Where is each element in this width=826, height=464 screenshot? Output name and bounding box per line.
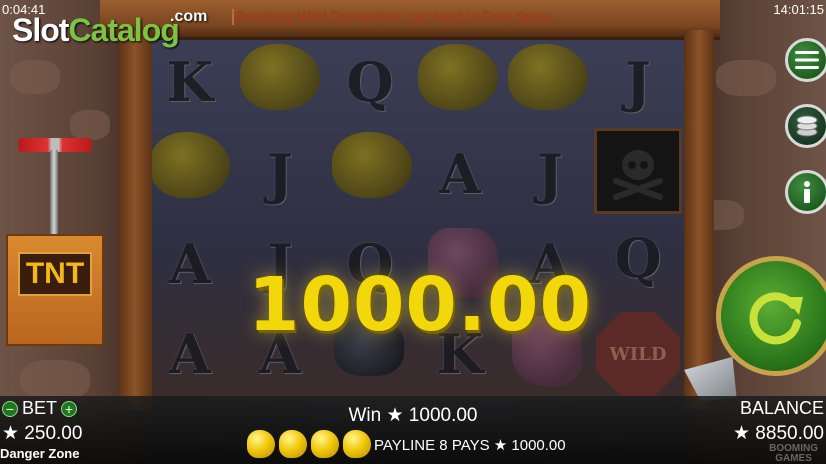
- gold-nugget-symbol: [150, 132, 230, 198]
- big-win-amount: 1000.00: [247, 262, 593, 348]
- balance-label: BALANCE: [739, 398, 824, 418]
- reel-symbol: A: [439, 142, 481, 206]
- gold-nugget-icon: [311, 430, 339, 458]
- gold-nugget-symbol: [508, 44, 588, 110]
- bet-decrease-button[interactable]: −: [2, 400, 18, 417]
- reel-symbol: J: [537, 142, 563, 206]
- wooden-post-right: [684, 30, 714, 410]
- logo-suffix: .com: [170, 8, 208, 25]
- clock: 14:01:15: [773, 2, 824, 17]
- reel-symbol: Q: [346, 50, 394, 114]
- balance-value: ★ 8850.00: [733, 423, 824, 444]
- win-amount: Win ★ 1000.00: [348, 405, 478, 426]
- info-ticker: Bursting Wild Dynamites can land in Free…: [236, 8, 555, 24]
- tnt-detonator: TNT: [6, 234, 104, 346]
- menu-button[interactable]: [785, 38, 826, 82]
- reel-symbol: K: [166, 50, 214, 114]
- tnt-label: TNT: [18, 252, 92, 296]
- gold-nugget-symbol: [240, 44, 320, 110]
- hamburger-icon: [795, 51, 819, 69]
- game-stage: K A A J J A Q Q A K J A J Q WILD Burstin…: [0, 0, 826, 464]
- bet-label: BET: [22, 398, 58, 418]
- payline-symbols: [247, 430, 371, 458]
- bet-settings-button[interactable]: [785, 104, 826, 148]
- ticker-separator: [232, 9, 234, 25]
- provider-logo: BOOMING GAMES: [769, 444, 818, 464]
- gold-nugget-icon: [247, 430, 275, 458]
- gold-nugget-symbol: [418, 44, 498, 110]
- bet-increase-button[interactable]: +: [61, 400, 78, 417]
- reel-symbol: J: [625, 50, 651, 114]
- skull-symbol: [594, 128, 682, 214]
- info-icon: [804, 181, 810, 203]
- logo-part-1: Slot: [12, 12, 69, 48]
- bet-control: − BET +: [2, 398, 78, 419]
- logo-part-2: Catalog: [68, 12, 179, 48]
- gold-nugget-symbol: [332, 132, 412, 198]
- coin-stack-icon: [796, 115, 818, 137]
- info-button[interactable]: [785, 170, 826, 214]
- provider-line-2: GAMES: [775, 453, 812, 464]
- skull-crossbones-icon: [613, 150, 663, 200]
- payline-result: PAYLINE 8 PAYS ★ 1000.00: [374, 437, 566, 454]
- gold-nugget-icon: [279, 430, 307, 458]
- gold-nugget-icon: [343, 430, 371, 458]
- reel-symbol: J: [267, 142, 293, 206]
- game-title: Danger Zone: [0, 446, 80, 461]
- wooden-post-left: [118, 30, 152, 410]
- spin-arrow-icon: [749, 292, 803, 345]
- watermark-logo: SlotCatalog: [12, 12, 180, 49]
- plunger-rod: [50, 150, 58, 242]
- spin-button[interactable]: [716, 256, 826, 376]
- bet-value: ★ 250.00: [2, 423, 83, 444]
